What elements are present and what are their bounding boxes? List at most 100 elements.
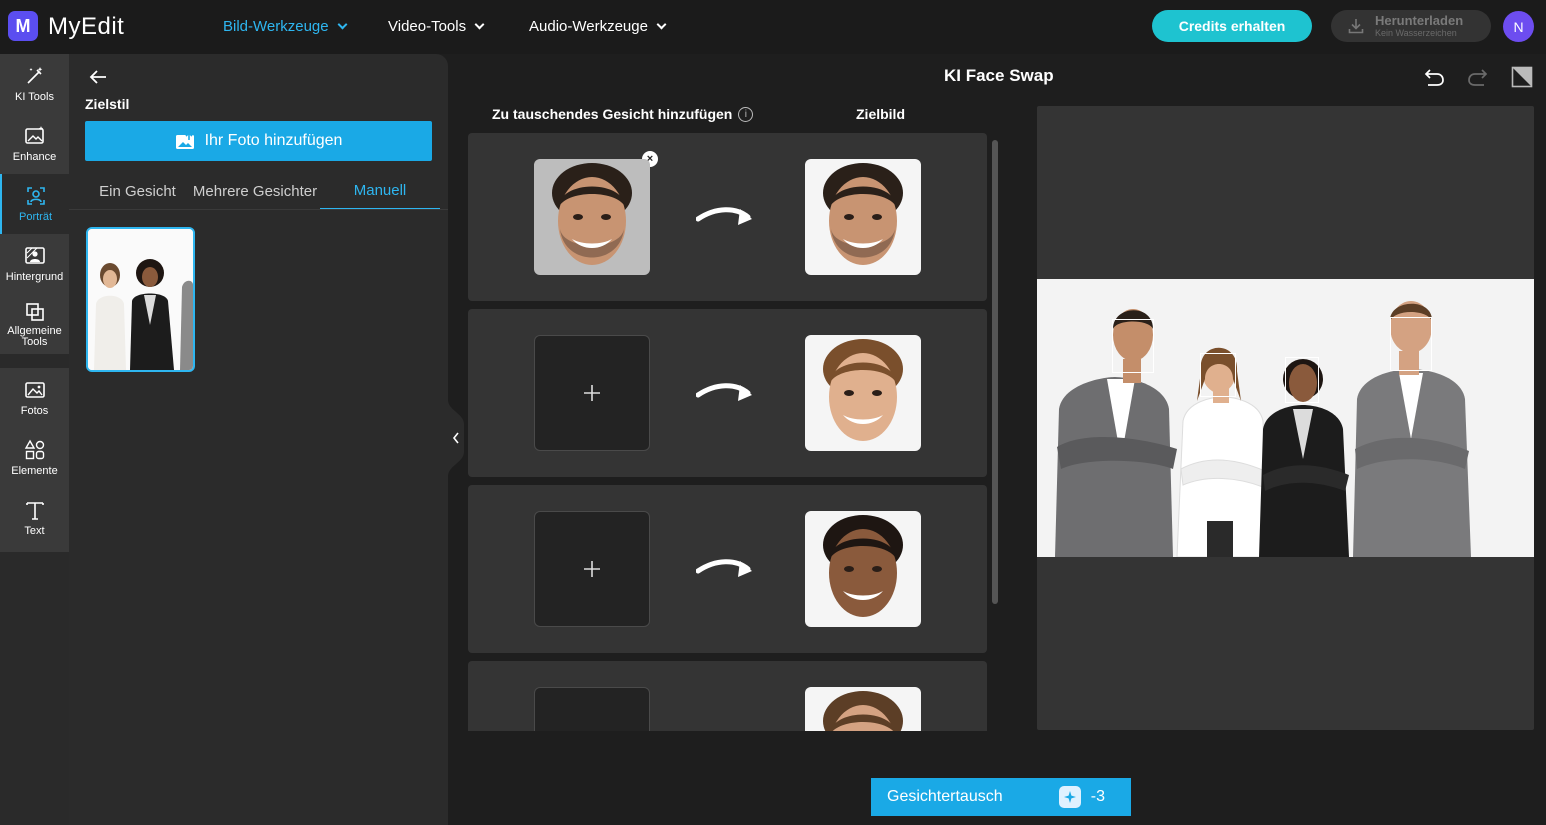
download-button[interactable]: Herunterladen Kein Wasserzeichen (1331, 10, 1491, 42)
download-icon (1348, 19, 1364, 34)
face-detection-box[interactable] (1112, 319, 1154, 373)
tab-ein-gesicht[interactable]: Ein Gesicht (85, 172, 190, 210)
swap-arrow-icon (696, 729, 758, 731)
add-source-face-button[interactable] (534, 511, 650, 627)
general-tools-icon (25, 302, 44, 321)
rail-label: Porträt (18, 211, 52, 223)
source-column-header: Zu tauschendes Gesicht hinzufügen i (492, 106, 754, 122)
redo-icon[interactable] (1466, 65, 1490, 89)
thumbnail-group-photo (88, 229, 193, 370)
back-arrow-icon[interactable] (87, 66, 109, 88)
rail-label: Allgemeine Tools (7, 324, 62, 348)
group-photo-preview (1037, 279, 1534, 557)
section-title: Zielstil (85, 96, 130, 112)
target-image-thumbnail[interactable] (86, 227, 195, 372)
add-photo-button[interactable]: Ihr Foto hinzufügen (85, 121, 432, 161)
rail-group-ai: KI Tools Enhance Porträt Hintergrund All… (0, 54, 69, 354)
face-swap-label: Gesichtertausch (887, 788, 1003, 805)
source-face-image[interactable] (534, 159, 650, 275)
nav-label: Video-Tools (388, 18, 467, 35)
tabs-divider (69, 209, 448, 210)
tab-mehrere-gesichter[interactable]: Mehrere Gesichter (190, 172, 320, 210)
nav-video-tools[interactable]: Video-Tools (388, 18, 485, 35)
undo-icon[interactable] (1422, 65, 1446, 89)
portrait-icon (26, 187, 45, 205)
rail-item-elemente[interactable]: Elemente (0, 428, 69, 488)
image-preview-canvas (1037, 106, 1534, 730)
face-swap-list: × (468, 133, 987, 731)
rail-item-hintergrund[interactable]: Hintergrund (0, 234, 69, 294)
face-swap-row: × (468, 133, 987, 301)
page-title: KI Face Swap (944, 66, 1054, 85)
rail-label: Enhance (12, 151, 57, 163)
collapse-panel-handle[interactable] (448, 400, 464, 476)
list-scrollbar[interactable] (992, 140, 998, 604)
app-name[interactable]: MyEdit (48, 13, 124, 41)
target-face-image[interactable] (805, 159, 921, 275)
rail-label: Text (24, 525, 45, 537)
rail-item-ki-tools[interactable]: KI Tools (0, 54, 69, 114)
download-texts: Herunterladen Kein Wasserzeichen (1375, 14, 1463, 38)
rail-label: Fotos (20, 405, 49, 417)
face-mode-tabs: Ein Gesicht Mehrere Gesichter Manuell (85, 172, 440, 210)
target-column-header: Zielbild (856, 106, 905, 122)
plus-icon (584, 561, 600, 577)
rail-item-portrait[interactable]: Porträt (0, 174, 69, 234)
swap-arrow-icon (696, 383, 752, 401)
tool-rail: KI Tools Enhance Porträt Hintergrund All… (0, 54, 69, 825)
target-face-image[interactable] (805, 335, 921, 451)
user-avatar[interactable]: N (1503, 11, 1534, 42)
swap-arrow-icon (696, 207, 752, 225)
rail-item-allgemeine-tools[interactable]: Allgemeine Tools (0, 294, 69, 354)
face-photo (534, 159, 650, 275)
rail-label: Hintergrund (5, 271, 64, 283)
rail-group-assets: Fotos Elemente Text (0, 368, 69, 552)
enhance-image-icon (24, 126, 44, 144)
face-photo (805, 159, 921, 275)
face-swap-row (468, 661, 987, 731)
chevron-down-icon (656, 19, 667, 30)
add-photo-label: Ihr Foto hinzufügen (204, 132, 343, 149)
compare-icon[interactable] (1510, 65, 1534, 89)
tab-manuell[interactable]: Manuell (320, 172, 440, 210)
face-photo (805, 511, 921, 627)
target-column-label: Zielbild (856, 106, 905, 122)
rail-item-fotos[interactable]: Fotos (0, 368, 69, 428)
credit-cost-value: -3 (1090, 788, 1105, 805)
source-column-label: Zu tauschendes Gesicht hinzufügen (492, 106, 733, 122)
nav-bild-werkzeuge[interactable]: Bild-Werkzeuge (223, 18, 348, 35)
add-source-face-button[interactable] (534, 335, 650, 451)
plus-icon (584, 385, 600, 401)
credit-icon (1058, 786, 1081, 808)
add-source-face-button[interactable] (534, 687, 650, 731)
rail-label: Elemente (11, 465, 58, 477)
swap-arrow-icon (696, 559, 752, 577)
download-sublabel: Kein Wasserzeichen (1375, 28, 1457, 38)
face-swap-button[interactable]: Gesichtertausch -3 (871, 778, 1131, 816)
face-detection-box[interactable] (1390, 317, 1432, 371)
text-icon (25, 502, 44, 520)
top-navigation-bar: M MyEdit Bild-Werkzeuge Video-Tools Audi… (0, 0, 1546, 54)
rail-item-enhance[interactable]: Enhance (0, 114, 69, 174)
background-icon (24, 247, 45, 264)
download-label: Herunterladen (1375, 13, 1464, 28)
upload-image-icon (175, 132, 194, 149)
face-swap-row (468, 309, 987, 477)
rail-item-text[interactable]: Text (0, 488, 69, 548)
photos-icon (24, 382, 45, 398)
target-face-image[interactable] (805, 511, 921, 627)
face-detection-box[interactable] (1285, 357, 1319, 403)
myedit-logo-icon[interactable]: M (8, 11, 38, 41)
nav-label: Audio-Werkzeuge (529, 18, 648, 35)
nav-audio-werkzeuge[interactable]: Audio-Werkzeuge (529, 18, 667, 35)
elements-icon (24, 439, 44, 460)
face-swap-row (468, 485, 987, 653)
target-face-image[interactable] (805, 687, 921, 731)
rail-label: KI Tools (15, 91, 54, 103)
credits-button[interactable]: Credits erhalten (1152, 10, 1312, 42)
face-photo (805, 687, 921, 731)
nav-label: Bild-Werkzeuge (223, 18, 329, 35)
info-icon[interactable]: i (738, 106, 754, 122)
face-detection-box[interactable] (1200, 353, 1236, 397)
portrait-settings-panel: Zielstil Ihr Foto hinzufügen Ein Gesicht… (69, 54, 448, 825)
